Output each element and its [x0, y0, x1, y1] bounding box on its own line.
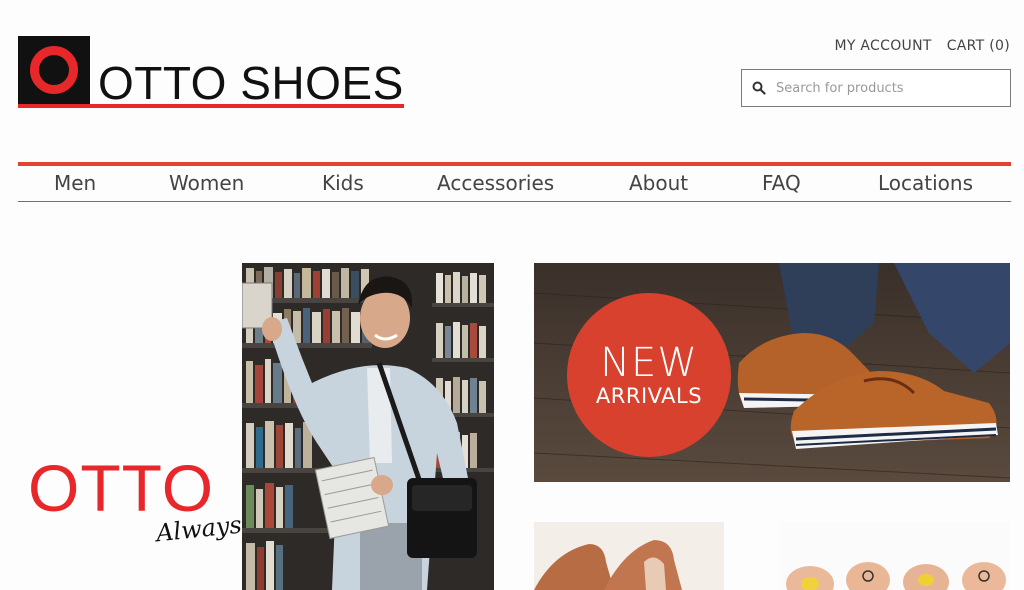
my-account-link[interactable]: MY ACCOUNT: [834, 38, 931, 54]
new-arrivals-banner[interactable]: NEW ARRIVALS: [534, 263, 1010, 482]
logo-underline: [18, 104, 404, 108]
insoles-image: [780, 522, 1010, 590]
new-text: NEW: [600, 340, 698, 386]
nav-item-men[interactable]: Men: [54, 171, 96, 195]
arrivals-text: ARRIVALS: [595, 384, 703, 408]
site-logo[interactable]: OTTO SHOES: [18, 36, 404, 110]
heels-image: [534, 522, 724, 590]
logo-text: OTTO SHOES: [98, 57, 404, 109]
brand-otto-text: OTTO: [28, 451, 215, 525]
header-links: MY ACCOUNT CART (0): [834, 38, 1010, 54]
nav-item-kids[interactable]: Kids: [322, 171, 364, 195]
new-arrivals-badge: NEW ARRIVALS: [567, 293, 731, 457]
nav-item-locations[interactable]: Locations: [878, 171, 973, 195]
heels-photo[interactable]: [534, 522, 724, 590]
search-icon[interactable]: [742, 69, 776, 107]
main-nav: Men Women Kids Accessories About FAQ Loc…: [18, 162, 1011, 202]
campaign-photo[interactable]: [242, 263, 494, 590]
nav-item-about[interactable]: About: [629, 171, 688, 195]
nav-item-women[interactable]: Women: [169, 171, 244, 195]
library-scene-image: [242, 263, 494, 590]
brand-tagline: OTTO Always: [28, 451, 243, 555]
insoles-photo[interactable]: [780, 522, 1010, 590]
logo-ring-icon: [30, 46, 78, 94]
nav-item-accessories[interactable]: Accessories: [437, 171, 554, 195]
cart-link[interactable]: CART (0): [947, 38, 1010, 54]
nav-item-faq[interactable]: FAQ: [762, 171, 801, 195]
search-box[interactable]: [741, 69, 1011, 107]
search-input[interactable]: [776, 80, 996, 96]
logo-mark: [18, 36, 90, 104]
